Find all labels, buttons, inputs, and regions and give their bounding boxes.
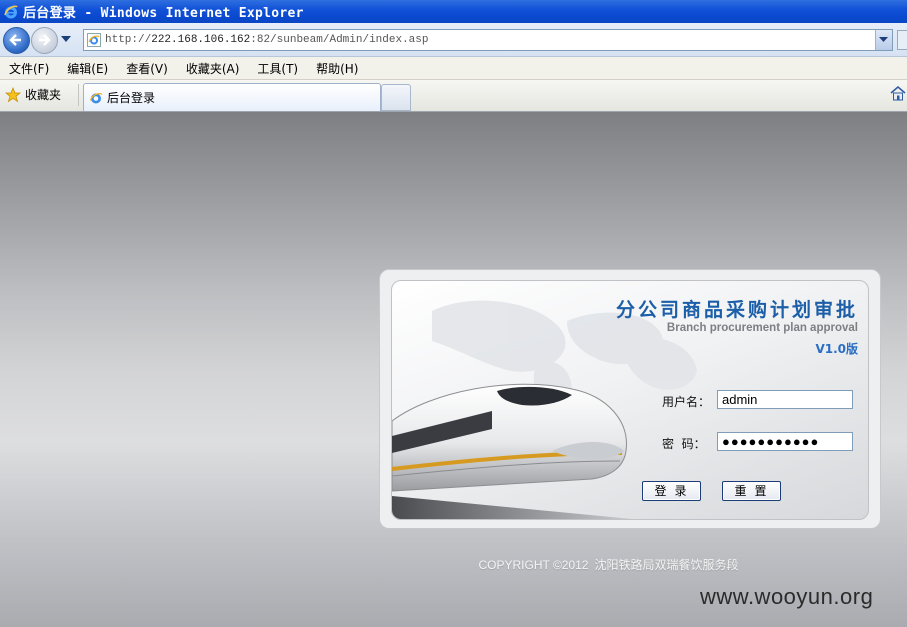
favorites-button[interactable]: 收藏夹 [5,86,61,103]
login-card: 分公司商品采购计划审批 Branch procurement plan appr… [391,280,869,520]
url-text[interactable]: http://222.168.106.162:82/sunbeam/Admin/… [105,34,428,46]
toolbar-divider [78,84,79,106]
system-title: 分公司商品采购计划审批 [615,299,858,321]
menu-help[interactable]: 帮助(H) [307,60,367,77]
forward-button[interactable] [31,27,58,54]
forward-arrow-icon [39,34,51,46]
system-version: V1.0版 [815,342,858,356]
username-input[interactable]: admin [717,390,853,409]
back-arrow-icon [9,34,21,46]
menu-view[interactable]: 查看(V) [117,60,177,77]
refresh-button[interactable] [897,30,907,50]
star-icon [5,86,21,102]
new-tab-button[interactable] [381,84,411,111]
tab-label: 后台登录 [107,91,156,105]
menu-edit[interactable]: 编辑(E) [58,60,117,77]
tab-admin-login[interactable]: 后台登录 [83,83,381,111]
tab-bar: 收藏夹 后台登录 [0,80,907,112]
menu-tools[interactable]: 工具(T) [248,60,307,77]
login-button[interactable]: 登录 [642,481,701,501]
copyright-org: 沈阳铁路局双瑞餐饮服务段 [594,558,739,572]
menu-favorites[interactable]: 收藏夹(A) [177,60,249,77]
address-bar[interactable]: http://222.168.106.162:82/sunbeam/Admin/… [83,29,893,51]
url-path: :82/sunbeam/Admin/index.asp [250,34,429,46]
address-dropdown-button[interactable] [875,30,892,50]
reset-button[interactable]: 重置 [722,481,781,501]
chevron-down-icon [879,37,888,42]
ie-logo-icon [4,4,18,18]
page-ie-icon [89,92,103,103]
window-title-bar[interactable]: 后台登录 - Windows Internet Explorer [0,0,907,23]
recent-pages-dropdown-icon[interactable] [61,36,71,43]
home-icon[interactable] [889,85,907,101]
url-scheme: http:// [105,34,152,46]
favorites-label: 收藏夹 [25,88,62,102]
watermark-text: www.wooyun.org [700,584,874,609]
password-label: 密 码： [662,437,706,451]
page-content: 分公司商品采购计划审批 Branch procurement plan appr… [0,112,907,627]
password-input[interactable]: ●●●●●●●●●●● [717,432,853,451]
high-speed-train-image [392,383,632,519]
back-button[interactable] [3,27,30,54]
menu-file[interactable]: 文件(F) [0,60,58,77]
username-label: 用户名： [662,395,711,409]
page-ie-icon [87,33,101,47]
url-host: 222.168.106.162 [151,34,251,46]
system-subtitle: Branch procurement plan approval [666,322,858,334]
address-toolbar: http://222.168.106.162:82/sunbeam/Admin/… [0,23,907,57]
login-panel: 分公司商品采购计划审批 Branch procurement plan appr… [379,269,881,529]
menu-bar: 文件(F) 编辑(E) 查看(V) 收藏夹(A) 工具(T) 帮助(H) [0,57,907,80]
copyright-text: COPYRIGHT ©2012 [478,558,589,572]
window-title: 后台登录 - Windows Internet Explorer [23,6,304,21]
copyright-footer: COPYRIGHT ©2012 沈阳铁路局双瑞餐饮服务段 [0,556,907,573]
